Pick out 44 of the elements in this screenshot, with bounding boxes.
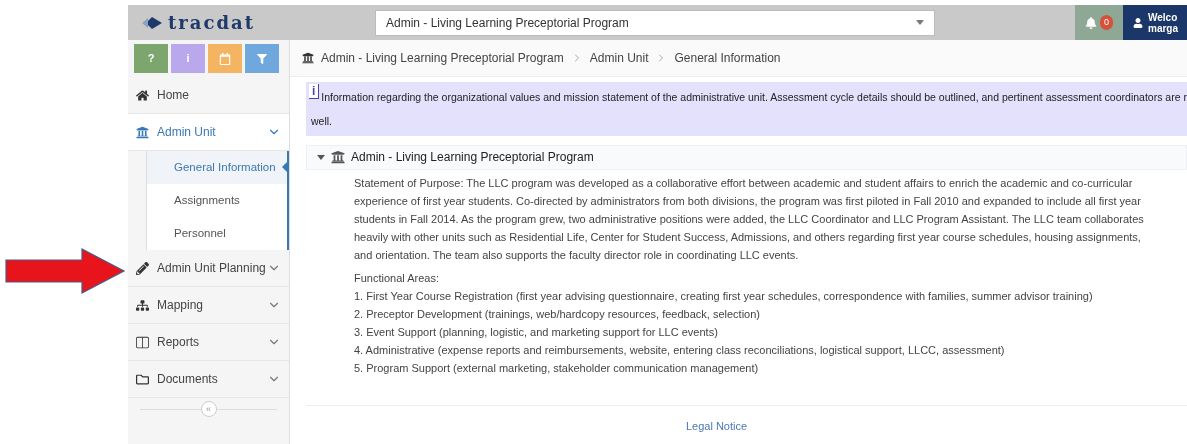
sidebar-subitem[interactable]: Assignments xyxy=(146,184,287,217)
sidebar-item[interactable]: Admin Unit xyxy=(128,114,289,151)
quick-button[interactable] xyxy=(208,44,242,73)
home-icon xyxy=(136,88,149,102)
sidebar-subitem[interactable]: General Information xyxy=(146,151,287,184)
folder-icon xyxy=(136,372,149,386)
functional-area-item: 5. Program Support (external marketing, stakeholder communication management) xyxy=(354,360,760,376)
statement-text: Statement of Purpose: The LLC program was developed as a collaborative effort between academic and student affairs to enrich the academic and co-curricular experience of first year students. Co-directed by administrators from both divisions, the program was first piloted in Fall 2010 and expanded to include all first year students in Fall 2014. As the program grew, two administrative positions were added, the LLC Coordinator and LLC Program Assistant. The LLC team collaborates heavily with other units such as Residential Life, Center for Student Success, Admissions, and others regarding first year course schedules, housing assignments, and orientation. The team also supports the faculty director role in coordinating LLC events. xyxy=(354,175,1145,263)
sitemap-icon xyxy=(136,298,149,312)
functional-area-item: 4. Administrative (expense reports and reimbursements, website, entering class reconciliations, logistical support, LLCC, assessment) xyxy=(354,342,1006,358)
info-text: Information regarding the organizational values and mission statement of the administrative unit. Assessment cycle details should be outlined, and pertinent assessment coordinators are r xyxy=(321,90,1187,105)
quick-button[interactable] xyxy=(245,44,279,73)
notification-count: 0 xyxy=(1100,15,1113,30)
functional-area-item: 3. Event Support (planning, logistic, and marketing support for LLC events) xyxy=(354,324,719,340)
pencil-icon xyxy=(136,261,149,275)
section-title: Admin - Living Learning Preceptorial Program xyxy=(351,149,594,166)
logo-icon xyxy=(142,14,164,31)
user-menu[interactable]: Welco marga xyxy=(1123,5,1187,40)
filter-icon xyxy=(257,53,267,64)
user-greeting: marga xyxy=(1148,22,1178,34)
breadcrumb-link[interactable]: General Information xyxy=(674,49,781,67)
user-icon xyxy=(1133,17,1143,28)
bank-icon xyxy=(302,52,314,64)
calendar-icon xyxy=(219,52,231,65)
info-text: well. xyxy=(311,113,333,129)
info-icon: i xyxy=(309,84,320,99)
user-greeting: Welco xyxy=(1148,11,1178,23)
areas-heading: Functional Areas: xyxy=(354,270,440,286)
dropdown-caret-icon xyxy=(916,20,924,25)
legal-notice-link[interactable]: Legal Notice xyxy=(685,417,748,434)
section-header[interactable]: Admin - Living Learning Preceptorial Program xyxy=(306,144,1187,170)
sidebar-subitem[interactable]: Personnel xyxy=(146,217,287,250)
breadcrumb-link[interactable]: Admin - Living Learning Preceptorial Program xyxy=(321,49,564,67)
bank-icon xyxy=(331,150,345,164)
breadcrumb-link[interactable]: Admin Unit xyxy=(589,49,649,67)
program-select[interactable]: Admin - Living Learning Preceptorial Program xyxy=(375,9,935,36)
logo: tracdat xyxy=(168,11,255,35)
functional-area-item: 1. First Year Course Registration (first year advising questionnaire, creating first year schedules, correspondence with families, summer advisor training) xyxy=(354,288,1094,304)
columns-icon xyxy=(136,335,149,349)
bank-icon xyxy=(136,125,149,139)
functional-area-item: 2. Preceptor Development (trainings, web/hardcopy resources, feedback, selection) xyxy=(354,306,761,322)
bell-icon xyxy=(1085,16,1097,29)
caret-down-icon xyxy=(317,153,325,161)
notifications-button[interactable]: 0 xyxy=(1075,5,1123,40)
